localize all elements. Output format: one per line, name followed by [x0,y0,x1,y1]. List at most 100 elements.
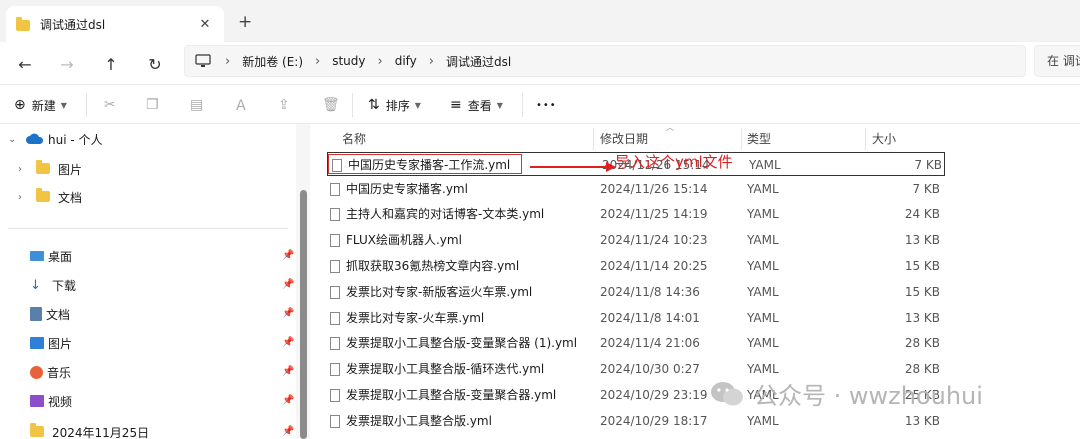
sidebar-item-pictures[interactable]: 图片 [30,332,72,354]
file-size: 15 KB [904,285,940,299]
file-icon [330,362,340,376]
sidebar-item-videos[interactable]: 视频 [30,390,72,412]
more-options-button[interactable]: ••• [536,93,557,117]
table-row[interactable]: 发票比对专家-火车票.yml 2024/11/8 14:01 YAML 13 K… [326,306,946,330]
file-size: 13 KB [904,233,940,247]
breadcrumb-drive[interactable]: 新加卷 (E:) [242,53,303,70]
sidebar-item-downloads[interactable]: ↓ 下载 [30,274,76,296]
sidebar-item-label: 下载 [52,278,77,293]
breadcrumb-study[interactable]: study [332,54,365,68]
divider [352,93,353,117]
paste-icon[interactable]: ▤ [190,93,203,117]
pin-icon[interactable]: 📌 [282,279,294,290]
back-arrow-icon[interactable]: ← [12,51,38,77]
sidebar-item-documents[interactable]: 文档 [30,303,70,325]
file-date: 2024/10/29 18:17 [600,414,708,428]
file-type: YAML [747,336,779,350]
annotation-highlight-box [328,154,522,174]
column-header-date[interactable]: 修改日期 [600,128,648,150]
share-icon[interactable]: ⇪ [278,93,290,117]
copy-icon[interactable]: ❐ [146,93,159,117]
sidebar-item-label: 音乐 [47,365,72,380]
music-icon [30,365,43,379]
folder-icon [30,423,44,437]
chevron-down-icon: ⌄ [8,133,17,145]
divider [86,93,87,117]
breadcrumb-dify[interactable]: dify [395,54,417,68]
address-bar[interactable]: › 新加卷 (E:) › study › dify › 调试通过dsl [184,45,1026,77]
rename-icon[interactable]: Ａ [234,93,248,117]
file-name: 发票提取小工具整合版-变量聚合器.yml [346,388,557,402]
pin-icon[interactable]: 📌 [282,337,294,348]
table-row[interactable]: 主持人和嘉宾的对话博客-文本类.yml 2024/11/25 14:19 YAM… [326,202,946,226]
view-button[interactable]: ≡ 查看 ▼ [450,93,503,117]
file-name: 发票比对专家-新版客运火车票.yml [346,285,533,299]
refresh-icon[interactable]: ↻ [142,51,168,77]
sidebar-item-documents-sub[interactable]: › 文档 [18,186,82,208]
column-header-name[interactable]: 名称 [342,128,366,150]
divider [593,128,594,150]
up-arrow-icon[interactable]: ↑ [98,51,124,77]
file-name: 发票提取小工具整合版-变量聚合器 (1).yml [346,336,578,350]
pin-icon[interactable]: 📌 [282,308,294,319]
sidebar-item-desktop[interactable]: 桌面 [30,245,72,267]
sidebar-item-label: 视频 [48,394,73,409]
table-row[interactable]: FLUX绘画机器人.yml 2024/11/24 10:23 YAML 13 K… [326,228,946,252]
sidebar-scrollbar-thumb[interactable] [300,190,307,439]
annotation-arrow-icon [530,162,616,172]
file-size: 24 KB [904,207,940,221]
chevron-down-icon: ▼ [496,100,503,110]
sidebar-item-music[interactable]: 音乐 [30,361,71,383]
pin-icon[interactable]: 📌 [282,250,294,261]
delete-icon[interactable]: 🗑 [322,93,340,117]
divider [865,128,866,150]
table-row[interactable]: 发票提取小工具整合版.yml 2024/10/29 18:17 YAML 13 … [326,409,946,433]
pin-icon[interactable]: 📌 [282,426,294,437]
file-size: 13 KB [904,414,940,428]
close-tab-icon[interactable]: ✕ [196,17,214,32]
file-type: YAML [747,233,779,247]
breadcrumb-current[interactable]: 调试通过dsl [446,53,511,70]
file-date: 2024/11/24 10:23 [600,233,708,247]
sidebar-item-pictures-sub[interactable]: › 图片 [18,158,82,180]
file-date: 2024/10/30 0:27 [600,362,700,376]
new-button[interactable]: ⊕ 新建 ▼ [14,93,67,117]
file-type: YAML [747,311,779,325]
pin-icon[interactable]: 📌 [282,366,294,377]
forward-arrow-icon[interactable]: → [54,51,80,77]
search-input[interactable]: 在 调试 [1034,45,1080,77]
file-type: YAML [747,259,779,273]
pin-icon[interactable]: 📌 [282,395,294,406]
file-type: YAML [747,414,779,428]
download-icon: ↓ [30,277,41,293]
column-header-type[interactable]: 类型 [747,128,771,150]
divider [522,93,523,117]
cloud-icon [26,133,44,144]
list-view-icon: ≡ [450,97,462,113]
new-tab-button[interactable]: + [238,12,252,32]
table-row[interactable]: 抓取获取36氪热榜文章内容.yml 2024/11/14 20:25 YAML … [326,254,946,278]
sidebar-item-label: 图片 [58,162,83,177]
file-size: 7 KB [914,158,942,172]
tab-current-folder[interactable]: 调试通过dsl ✕ [6,6,224,42]
table-row[interactable]: 发票提取小工具整合版-变量聚合器 (1).yml 2024/11/4 21:06… [326,331,946,355]
file-date: 2024/11/26 15:14 [600,182,708,196]
file-icon [330,414,340,428]
sidebar-item-label: 桌面 [48,249,73,264]
table-row[interactable]: 发票比对专家-新版客运火车票.yml 2024/11/8 14:36 YAML … [326,280,946,304]
file-date: 2024/11/25 14:19 [600,207,708,221]
sort-indicator-icon: ︿ [666,123,674,132]
file-size: 7 KB [912,182,940,196]
file-icon [330,336,340,350]
table-row[interactable]: 中国历史专家播客.yml 2024/11/26 15:14 YAML 7 KB [326,177,946,201]
chevron-down-icon: ▼ [414,100,421,110]
sidebar-item-folder-date[interactable]: 2024年11月25日 [30,421,149,439]
sidebar-item-onedrive[interactable]: ⌄ hui - 个人 [8,128,103,150]
file-icon [330,388,340,402]
sort-button[interactable]: ⇅ 排序 ▼ [368,93,421,117]
tab-bar: 调试通过dsl ✕ + [0,0,1080,42]
sidebar-item-label: 2024年11月25日 [52,425,150,439]
sidebar-item-label: 文档 [46,307,71,322]
cut-icon[interactable]: ✂ [104,93,116,117]
column-header-size[interactable]: 大小 [872,128,896,150]
